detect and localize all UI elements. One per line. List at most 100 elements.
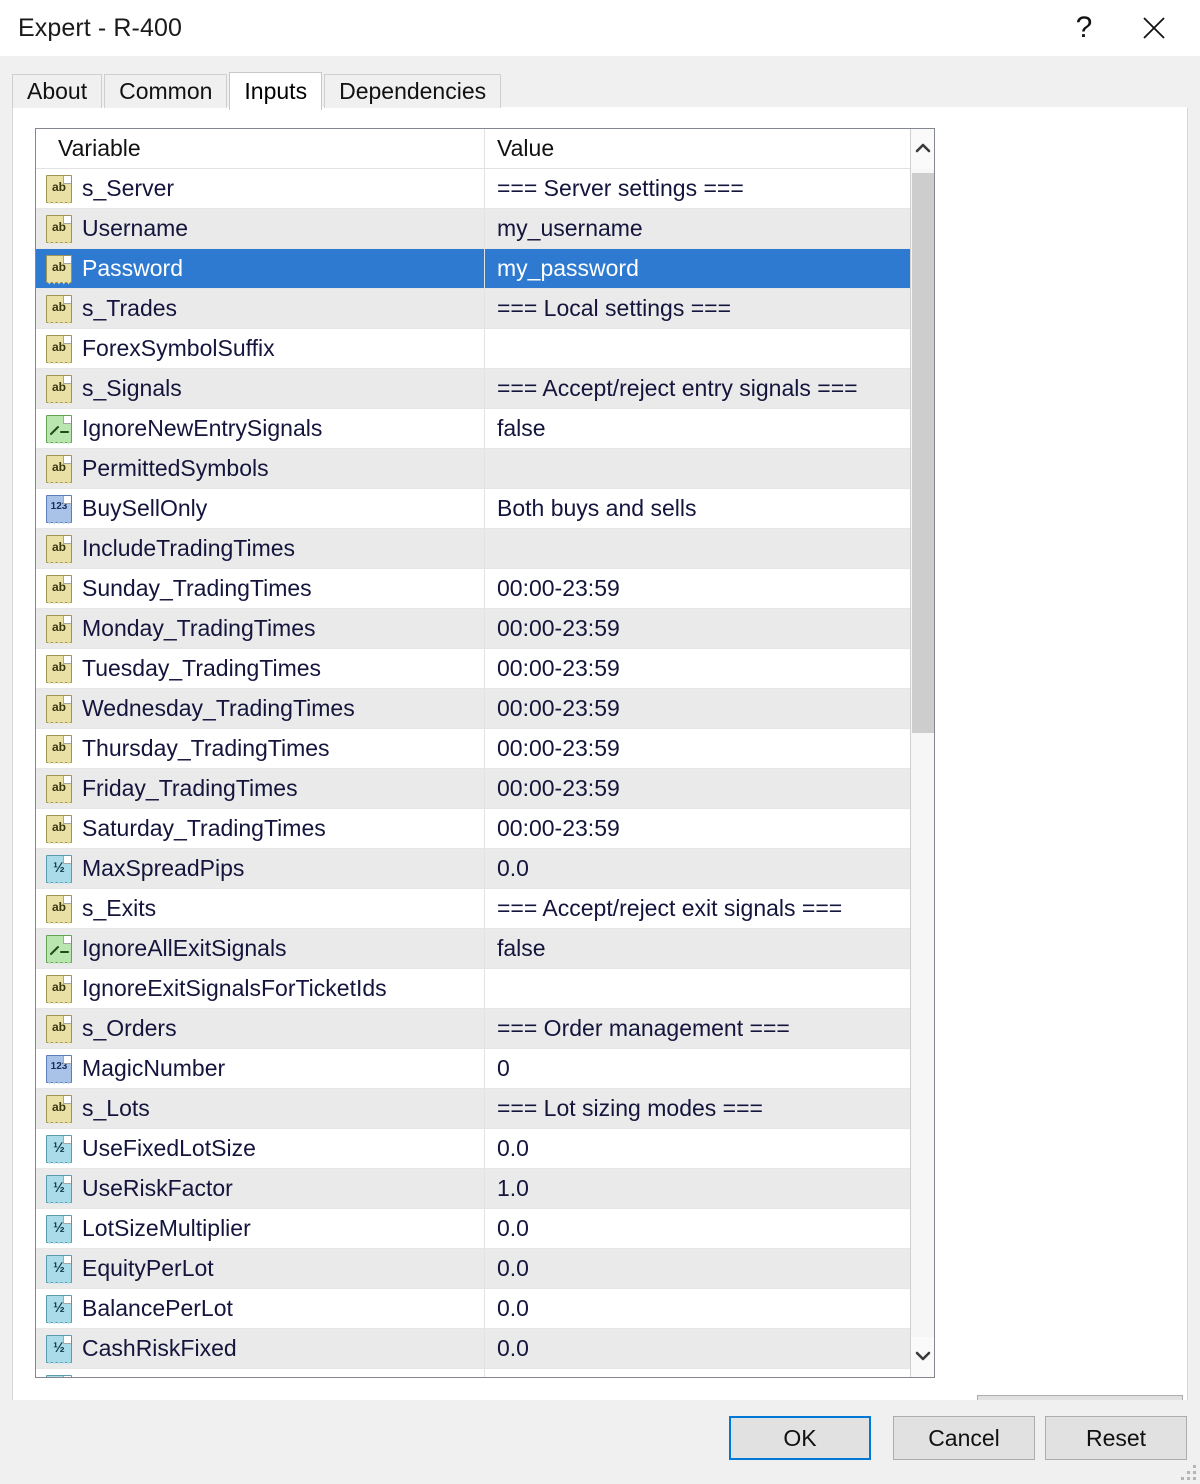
table-row[interactable]: ab Thursday_TradingTimes 00:00-23:59: [36, 729, 912, 769]
table-row[interactable]: ab s_Server === Server settings ===: [36, 169, 912, 209]
table-row[interactable]: ab IgnoreExitSignalsForTicketIds: [36, 969, 912, 1009]
variable-cell[interactable]: ab s_Exits: [36, 889, 484, 928]
value-cell[interactable]: 00:00-23:59: [484, 689, 912, 728]
tab-common[interactable]: Common: [104, 74, 228, 108]
table-row[interactable]: 123 BuySellOnly Both buys and sells: [36, 489, 912, 529]
variable-cell[interactable]: ab ForexSymbolSuffix: [36, 329, 484, 368]
reset-button[interactable]: Reset: [1045, 1416, 1187, 1460]
tab-about[interactable]: About: [12, 74, 103, 108]
value-cell[interactable]: [484, 449, 912, 488]
value-cell[interactable]: [484, 1369, 912, 1377]
scrollbar-thumb[interactable]: [912, 173, 934, 733]
variable-cell[interactable]: ab Username: [36, 209, 484, 248]
table-row[interactable]: IgnoreNewEntrySignals false: [36, 409, 912, 449]
table-row[interactable]: ab Friday_TradingTimes 00:00-23:59: [36, 769, 912, 809]
value-cell[interactable]: === Accept/reject exit signals ===: [484, 889, 912, 928]
table-row[interactable]: ab IncludeTradingTimes: [36, 529, 912, 569]
value-cell[interactable]: 00:00-23:59: [484, 729, 912, 768]
table-row[interactable]: ½ LotSizeMultiplier 0.0: [36, 1209, 912, 1249]
variable-cell[interactable]: ab IgnoreExitSignalsForTicketIds: [36, 969, 484, 1008]
variable-cell[interactable]: ½ UseRiskFactor: [36, 1169, 484, 1208]
table-row[interactable]: ab s_Exits === Accept/reject exit signals …: [36, 889, 912, 929]
value-cell[interactable]: 0.0: [484, 849, 912, 888]
value-cell[interactable]: === Order management ===: [484, 1009, 912, 1048]
variable-cell[interactable]: ½ BalancePerLot: [36, 1289, 484, 1328]
value-cell[interactable]: false: [484, 929, 912, 968]
value-cell[interactable]: my_username: [484, 209, 912, 248]
table-row[interactable]: ab Username my_username: [36, 209, 912, 249]
variable-cell[interactable]: ab Sunday_TradingTimes: [36, 569, 484, 608]
variable-cell[interactable]: ab s_Signals: [36, 369, 484, 408]
table-row[interactable]: 123 MagicNumber 0: [36, 1049, 912, 1089]
value-cell[interactable]: 0.0: [484, 1129, 912, 1168]
table-row[interactable]: ab ForexSymbolSuffix: [36, 329, 912, 369]
close-button[interactable]: [1126, 0, 1182, 56]
table-row[interactable]: ½ UseFixedLotSize 0.0: [36, 1129, 912, 1169]
value-cell[interactable]: 0.0: [484, 1249, 912, 1288]
table-row[interactable]: ab s_Signals === Accept/reject entry signa…: [36, 369, 912, 409]
variable-cell[interactable]: ab Monday_TradingTimes: [36, 609, 484, 648]
value-cell[interactable]: [484, 969, 912, 1008]
variable-cell[interactable]: ab s_Orders: [36, 1009, 484, 1048]
variable-cell[interactable]: ab Wednesday_TradingTimes: [36, 689, 484, 728]
value-cell[interactable]: false: [484, 409, 912, 448]
table-row[interactable]: ab Password my_password: [36, 249, 912, 289]
variable-cell[interactable]: ab s_Server: [36, 169, 484, 208]
value-cell[interactable]: Both buys and sells: [484, 489, 912, 528]
table-row[interactable]: ab s_Orders === Order management ===: [36, 1009, 912, 1049]
variable-cell[interactable]: ab Tuesday_TradingTimes: [36, 649, 484, 688]
value-cell[interactable]: [484, 529, 912, 568]
grid-vertical-scrollbar[interactable]: [910, 129, 934, 1377]
scroll-down-button[interactable]: [911, 1337, 934, 1377]
scroll-up-button[interactable]: [911, 129, 934, 169]
variable-cell[interactable]: ab s_Trades: [36, 289, 484, 328]
table-row[interactable]: ab Saturday_TradingTimes 00:00-23:59: [36, 809, 912, 849]
variable-cell[interactable]: ½ LotSizeMultiplier: [36, 1209, 484, 1248]
value-cell[interactable]: === Local settings ===: [484, 289, 912, 328]
table-row[interactable]: ½ BalancePerLot 0.0: [36, 1289, 912, 1329]
table-row[interactable]: ab Monday_TradingTimes 00:00-23:59: [36, 609, 912, 649]
value-cell[interactable]: === Lot sizing modes ===: [484, 1089, 912, 1128]
value-cell[interactable]: 00:00-23:59: [484, 649, 912, 688]
table-row[interactable]: ab PermittedSymbols: [36, 449, 912, 489]
variable-cell[interactable]: 123 MagicNumber: [36, 1049, 484, 1088]
column-header-variable[interactable]: Variable: [36, 129, 484, 168]
value-cell[interactable]: [484, 329, 912, 368]
variable-cell[interactable]: ½ MaxSpreadPips: [36, 849, 484, 888]
value-cell[interactable]: 0.0: [484, 1289, 912, 1328]
variable-cell[interactable]: 123 BuySellOnly: [36, 489, 484, 528]
variable-cell[interactable]: ½: [36, 1369, 484, 1377]
variable-cell[interactable]: IgnoreNewEntrySignals: [36, 409, 484, 448]
variable-cell[interactable]: ab Friday_TradingTimes: [36, 769, 484, 808]
variable-cell[interactable]: ab Saturday_TradingTimes: [36, 809, 484, 848]
table-row[interactable]: IgnoreAllExitSignals false: [36, 929, 912, 969]
value-cell[interactable]: my_password: [484, 249, 912, 288]
variable-cell[interactable]: ab Password: [36, 249, 484, 288]
variable-cell[interactable]: ½ EquityPerLot: [36, 1249, 484, 1288]
table-row[interactable]: ab Sunday_TradingTimes 00:00-23:59: [36, 569, 912, 609]
value-cell[interactable]: 1.0: [484, 1169, 912, 1208]
cancel-button[interactable]: Cancel: [893, 1416, 1035, 1460]
variable-cell[interactable]: ½ UseFixedLotSize: [36, 1129, 484, 1168]
table-row[interactable]: ½: [36, 1369, 912, 1377]
column-header-value[interactable]: Value: [484, 129, 912, 168]
table-row[interactable]: ab Wednesday_TradingTimes 00:00-23:59: [36, 689, 912, 729]
variable-cell[interactable]: ab s_Lots: [36, 1089, 484, 1128]
variable-cell[interactable]: ab Thursday_TradingTimes: [36, 729, 484, 768]
value-cell[interactable]: === Accept/reject entry signals ===: [484, 369, 912, 408]
value-cell[interactable]: 00:00-23:59: [484, 569, 912, 608]
tab-dependencies[interactable]: Dependencies: [324, 74, 502, 108]
table-row[interactable]: ab s_Lots === Lot sizing modes ===: [36, 1089, 912, 1129]
value-cell[interactable]: 0.0: [484, 1329, 912, 1368]
variable-cell[interactable]: ab PermittedSymbols: [36, 449, 484, 488]
variable-cell[interactable]: IgnoreAllExitSignals: [36, 929, 484, 968]
table-row[interactable]: ab Tuesday_TradingTimes 00:00-23:59: [36, 649, 912, 689]
help-button[interactable]: ?: [1056, 0, 1112, 56]
value-cell[interactable]: 00:00-23:59: [484, 769, 912, 808]
table-row[interactable]: ½ UseRiskFactor 1.0: [36, 1169, 912, 1209]
table-row[interactable]: ab s_Trades === Local settings ===: [36, 289, 912, 329]
tab-inputs[interactable]: Inputs: [229, 72, 323, 110]
ok-button[interactable]: OK: [729, 1416, 871, 1460]
value-cell[interactable]: 0: [484, 1049, 912, 1088]
value-cell[interactable]: 00:00-23:59: [484, 609, 912, 648]
